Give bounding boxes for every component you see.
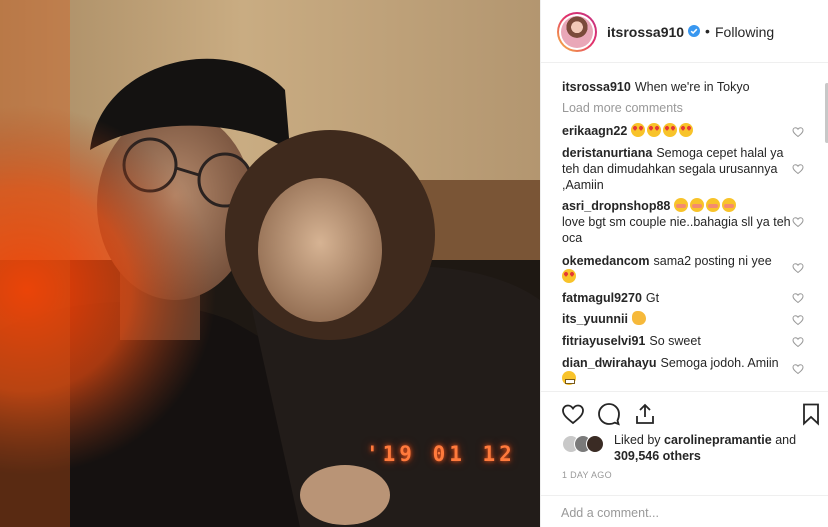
comment-item: fitriayuselvi91 So sweet: [562, 333, 802, 349]
liker-avatar: [586, 435, 604, 453]
heart-eyes-emoji-icon: [631, 123, 646, 137]
flushed-emoji-icon: [690, 198, 705, 212]
add-comment-bar: [541, 495, 828, 527]
comment-item: dian_dwirahayu Semoga jodoh. Amiin: [562, 355, 802, 387]
comment-username-link[interactable]: dian_dwirahayu: [562, 356, 656, 370]
comment-username-link[interactable]: fitriayuselvi91: [562, 334, 645, 348]
comment-username-link[interactable]: deristanurtiana: [562, 146, 652, 160]
post-caption: itsrossa910 When we're in Tokyo: [562, 79, 807, 95]
comment-item: erikaagn22: [562, 123, 802, 139]
comment-username-link[interactable]: okemedancom: [562, 254, 650, 268]
comment-like-heart-icon[interactable]: [792, 262, 804, 274]
heart-eyes-emoji-icon: [562, 269, 576, 283]
liked-by-prefix: Liked by: [614, 433, 661, 447]
avatar[interactable]: [557, 12, 597, 52]
avatar-image: [561, 16, 593, 48]
comment-username-link[interactable]: fatmagul9270: [562, 291, 642, 305]
comments-list: itsrossa910 When we're in Tokyo Load more…: [541, 63, 828, 391]
load-more-comments-button[interactable]: Load more comments: [562, 101, 683, 115]
liked-by-conjunction: and: [775, 433, 797, 447]
heart-eyes-emoji-icon: [679, 123, 694, 137]
comment-item: its_yuunnii: [562, 311, 802, 327]
header-username-link[interactable]: itsrossa910: [607, 24, 684, 40]
comment-text: love bgt sm couple nie..bahagia sll ya t…: [562, 215, 791, 245]
flushed-emoji-icon: [722, 198, 737, 212]
verified-badge-icon: [688, 25, 700, 37]
caption-text: When we're in Tokyo: [634, 80, 750, 94]
first-liker-link[interactable]: carolinepramantie: [664, 433, 772, 447]
add-comment-input[interactable]: [561, 504, 801, 522]
flushed-emoji-icon: [674, 198, 689, 212]
comment-item: fatmagul9270 Gt: [562, 290, 802, 306]
post-photo[interactable]: '19 01 12: [0, 0, 540, 527]
comment-like-heart-icon[interactable]: [792, 216, 804, 228]
caption-username-link[interactable]: itsrossa910: [562, 80, 631, 94]
flushed-emoji-icon: [706, 198, 721, 212]
comment-like-heart-icon[interactable]: [792, 126, 804, 138]
header-separator: •: [705, 23, 710, 39]
share-upload-icon[interactable]: [633, 402, 657, 426]
comment-like-heart-icon[interactable]: [792, 314, 804, 326]
comment-like-heart-icon[interactable]: [792, 336, 804, 348]
post-header: itsrossa910 • Following: [541, 0, 828, 63]
comment-username-link[interactable]: its_yuunnii: [562, 312, 628, 326]
comment-like-heart-icon[interactable]: [792, 163, 804, 175]
comment-bubble-icon[interactable]: [597, 402, 621, 426]
comment-username-link[interactable]: asri_dropnshop88: [562, 199, 670, 213]
photo-date-stamp: '19 01 12: [366, 442, 516, 466]
comment-username-link[interactable]: erikaagn22: [562, 124, 627, 138]
clap-emoji-icon: [631, 311, 646, 325]
comment-like-heart-icon[interactable]: [792, 363, 804, 375]
post-timestamp[interactable]: 1 day ago: [562, 470, 612, 480]
following-button[interactable]: Following: [715, 24, 774, 40]
comment-item: asri_dropnshop88love bgt sm couple nie..…: [562, 198, 802, 246]
heart-eyes-emoji-icon: [663, 123, 678, 137]
grimace-emoji-icon: [562, 371, 576, 385]
liked-by-summary: Liked by carolinepramantie and 309,546 o…: [614, 432, 814, 464]
comment-like-heart-icon[interactable]: [792, 292, 804, 304]
comment-text: Semoga jodoh. Amiin: [660, 356, 779, 370]
heart-eyes-emoji-icon: [647, 123, 662, 137]
heart-outline-icon[interactable]: [561, 402, 585, 426]
likers-avatars[interactable]: [562, 435, 616, 453]
others-likes-link[interactable]: 309,546 others: [614, 449, 701, 463]
comment-text: sama2 posting ni yee: [653, 254, 772, 268]
comment-item: deristanurtiana Semoga cepet halal ya teh…: [562, 145, 802, 193]
comment-text: Gt: [645, 291, 660, 305]
comment-text: So sweet: [649, 334, 701, 348]
post-side-panel: itsrossa910 • Following itsrossa910 When …: [540, 0, 828, 527]
bookmark-icon[interactable]: [799, 402, 823, 426]
comment-item: okemedancom sama2 posting ni yee: [562, 253, 802, 285]
